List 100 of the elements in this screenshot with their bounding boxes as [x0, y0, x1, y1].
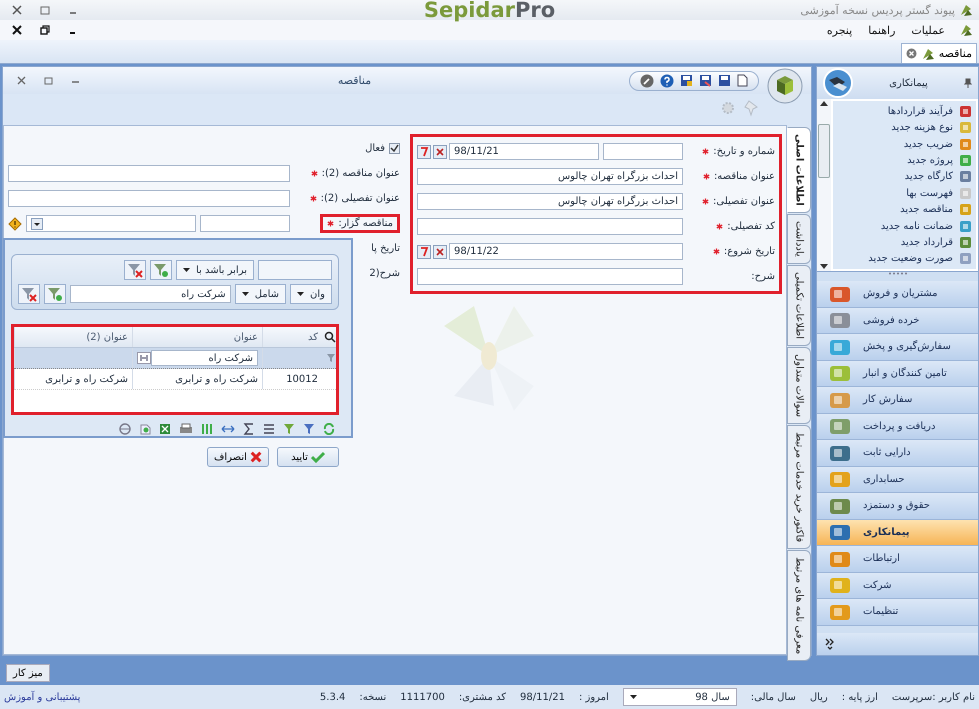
refresh-icon[interactable]: [323, 423, 335, 435]
text-field[interactable]: [8, 190, 290, 207]
date-field[interactable]: 98/11/21: [449, 143, 599, 160]
module-button[interactable]: حسابداری: [817, 466, 978, 493]
calendar-icon[interactable]: [417, 244, 431, 258]
sidebar-item[interactable]: صورت وضعیت جدید: [837, 250, 972, 268]
taskbar-button[interactable]: میز کار: [6, 664, 50, 682]
spreadsheet-icon[interactable]: [159, 423, 171, 435]
operator-dropdown[interactable]: برابر باشد با: [176, 260, 254, 280]
clear-icon[interactable]: [433, 244, 447, 258]
circle-icon[interactable]: [119, 423, 131, 435]
tab[interactable]: اطلاعات تکمیلی: [787, 264, 811, 346]
confirm-button[interactable]: تایید: [277, 447, 339, 467]
field-dropdown[interactable]: وان: [290, 284, 332, 304]
tab[interactable]: اطلاعات اصلی: [787, 127, 811, 213]
clear-filter-button[interactable]: [124, 260, 146, 280]
module-button[interactable]: ارتباطات: [817, 546, 978, 572]
text-field[interactable]: احداث بزرگراه تهران چالوس: [417, 193, 683, 210]
support-link[interactable]: پشتیبانی و آموزش: [4, 692, 80, 702]
sidebar-item[interactable]: قرارداد جدید: [837, 234, 972, 251]
tab[interactable]: فاکتور خرید خدمات مرتبط: [787, 424, 811, 550]
module-button[interactable]: دارایی ثابت: [817, 440, 978, 466]
search-icon[interactable]: [324, 331, 336, 343]
text-field[interactable]: احداث بزرگراه تهران چالوس: [417, 168, 683, 185]
module-button[interactable]: تامین کنندگان و انبار: [817, 360, 978, 387]
field-dropdown[interactable]: [258, 260, 332, 280]
combo-field[interactable]: [26, 215, 196, 232]
funnel-icon[interactable]: [303, 423, 315, 435]
dropdown-icon[interactable]: [31, 218, 43, 230]
status-text: نسخه:: [359, 692, 386, 702]
menu-item[interactable]: راهنما: [866, 24, 898, 36]
list-icon[interactable]: [263, 423, 275, 435]
add-filter-button[interactable]: [150, 260, 172, 280]
chevron-icon[interactable]: [825, 638, 835, 650]
pin-icon[interactable]: [964, 78, 972, 88]
filter-field[interactable]: شرکت راه: [70, 285, 231, 303]
sidebar-item[interactable]: کارگاه جدید: [837, 168, 972, 186]
menu-item[interactable]: عملیات: [909, 24, 947, 36]
help-icon[interactable]: [660, 74, 674, 88]
module-button[interactable]: تنظیمات: [817, 599, 978, 626]
module-button[interactable]: سفارش کار: [817, 387, 978, 414]
number-field[interactable]: [603, 143, 683, 160]
sidebar-item[interactable]: ضریب جدید: [837, 136, 972, 152]
column-header[interactable]: کد: [262, 327, 322, 347]
filter-cell[interactable]: شرکت راه: [151, 350, 258, 366]
tab[interactable]: یادداشت: [787, 214, 811, 264]
column-header[interactable]: عنوان (2): [14, 327, 132, 347]
column-header[interactable]: عنوان: [132, 327, 262, 347]
module-button[interactable]: پیمانکاری: [817, 520, 978, 546]
up-arrow-icon[interactable]: [820, 101, 828, 106]
text-field[interactable]: [417, 218, 683, 235]
sidebar-item[interactable]: نوع هزینه جدید: [837, 119, 972, 136]
year-select[interactable]: سال 98: [622, 688, 737, 706]
document-tab[interactable]: مناقصه: [900, 43, 977, 63]
wrench-icon[interactable]: [640, 74, 654, 88]
scroll-thumb[interactable]: [818, 124, 830, 178]
printer-icon[interactable]: [179, 423, 193, 435]
field-label: عنوان تفصیلی (2):: [320, 193, 400, 204]
grip-icon[interactable]: [888, 272, 908, 275]
restore-icon[interactable]: [40, 25, 50, 35]
save-icon[interactable]: [718, 74, 731, 87]
add-filter-button[interactable]: [44, 284, 66, 304]
arrows-icon[interactable]: [221, 424, 235, 434]
date-field[interactable]: 98/11/22: [449, 243, 683, 260]
save-icon[interactable]: [680, 74, 693, 87]
field-label: عنوان تفصیلی:: [713, 196, 775, 207]
close-icon[interactable]: [12, 5, 22, 15]
module-button[interactable]: خرده فروشی: [817, 308, 978, 334]
code-field[interactable]: [200, 215, 290, 232]
sum-icon[interactable]: [243, 423, 255, 435]
save-icon[interactable]: [699, 74, 712, 87]
close-icon[interactable]: [12, 25, 22, 35]
text-field[interactable]: [8, 165, 290, 182]
module-button[interactable]: دریافت و پرداخت: [817, 414, 978, 440]
clear-icon[interactable]: [433, 144, 447, 158]
tab[interactable]: سوالات متداول: [787, 346, 811, 424]
calendar-icon[interactable]: [417, 144, 431, 158]
module-button[interactable]: سفارش‌گیری و پخش: [817, 334, 978, 360]
clear-filter-button[interactable]: [18, 284, 40, 304]
checkbox[interactable]: [389, 143, 400, 154]
sidebar-item[interactable]: فرآیند قراردادها: [837, 103, 972, 120]
module-button[interactable]: حقوق و دستمزد: [817, 493, 978, 520]
columns-icon[interactable]: [201, 423, 213, 435]
cancel-button[interactable]: انصراف: [207, 447, 269, 467]
down-arrow-icon[interactable]: [820, 264, 828, 269]
funnel-icon: [126, 262, 144, 278]
sidebar-item[interactable]: ضمانت نامه جدید: [837, 218, 972, 234]
module-button[interactable]: مشتریان و فروش: [817, 281, 978, 308]
funnel-icon[interactable]: [283, 423, 295, 435]
sidebar-item[interactable]: مناقصه جدید: [837, 201, 972, 218]
field-label: تاریخ پا: [370, 243, 400, 254]
scrollbar[interactable]: [817, 99, 831, 271]
sidebar-item[interactable]: پروژه جدید: [837, 152, 972, 169]
tab[interactable]: معرفی نامه های مرتبط: [787, 550, 811, 662]
sidebar-item[interactable]: فهرست بها: [837, 185, 972, 202]
menu-item[interactable]: پنجره: [824, 24, 854, 36]
operator-dropdown[interactable]: شامل: [234, 284, 286, 304]
document-icon[interactable]: [737, 74, 748, 87]
text-field[interactable]: [417, 268, 683, 285]
module-button[interactable]: شرکت: [817, 572, 978, 599]
